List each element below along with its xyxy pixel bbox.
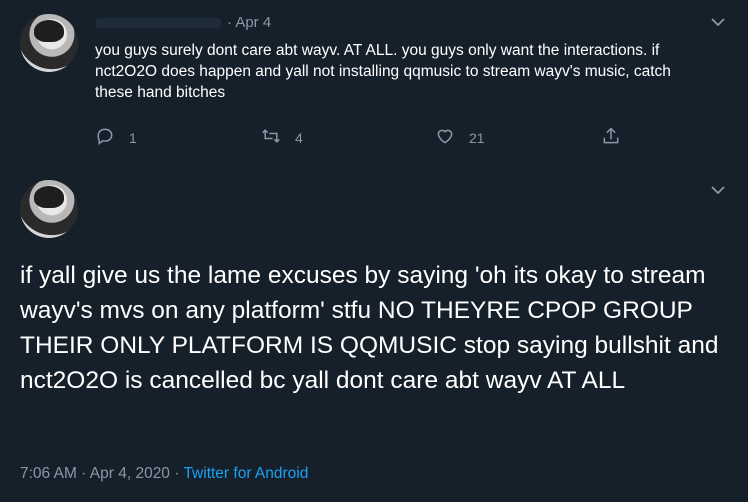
tweet-timestamp[interactable]: 7:06 AM · Apr 4, 2020 · xyxy=(20,465,183,482)
retweet-count: 4 xyxy=(295,129,303,146)
tweet-header: · Apr 4 xyxy=(96,14,271,31)
tweet-1[interactable]: · Apr 4 you guys surely dont care abt wa… xyxy=(0,0,748,170)
reply-icon xyxy=(95,126,115,149)
like-button[interactable]: 21 xyxy=(435,126,485,149)
like-count: 21 xyxy=(469,129,485,146)
username-redacted[interactable] xyxy=(96,18,221,29)
share-icon xyxy=(601,126,621,149)
tweet-actions: 1 4 21 xyxy=(95,126,655,150)
tweet-text: you guys surely dont care abt wayv. AT A… xyxy=(95,42,671,101)
tweet-text: if yall give us the lame excuses by sayi… xyxy=(20,262,719,394)
retweet-icon xyxy=(261,126,281,149)
tweet-metadata: 7:06 AM · Apr 4, 2020 · Twitter for Andr… xyxy=(20,465,308,483)
reply-button[interactable]: 1 xyxy=(95,126,137,149)
like-icon xyxy=(435,126,455,149)
tweet-source-link[interactable]: Twitter for Android xyxy=(183,465,308,482)
chevron-down-icon[interactable] xyxy=(710,14,726,30)
avatar[interactable] xyxy=(20,180,78,238)
reply-count: 1 xyxy=(129,129,137,146)
chevron-down-icon[interactable] xyxy=(710,182,726,198)
share-button[interactable] xyxy=(601,126,621,149)
tweet-2[interactable]: if yall give us the lame excuses by sayi… xyxy=(0,170,748,502)
tweet-date[interactable]: · Apr 4 xyxy=(227,14,271,31)
retweet-button[interactable]: 4 xyxy=(261,126,303,149)
avatar[interactable] xyxy=(20,14,78,72)
